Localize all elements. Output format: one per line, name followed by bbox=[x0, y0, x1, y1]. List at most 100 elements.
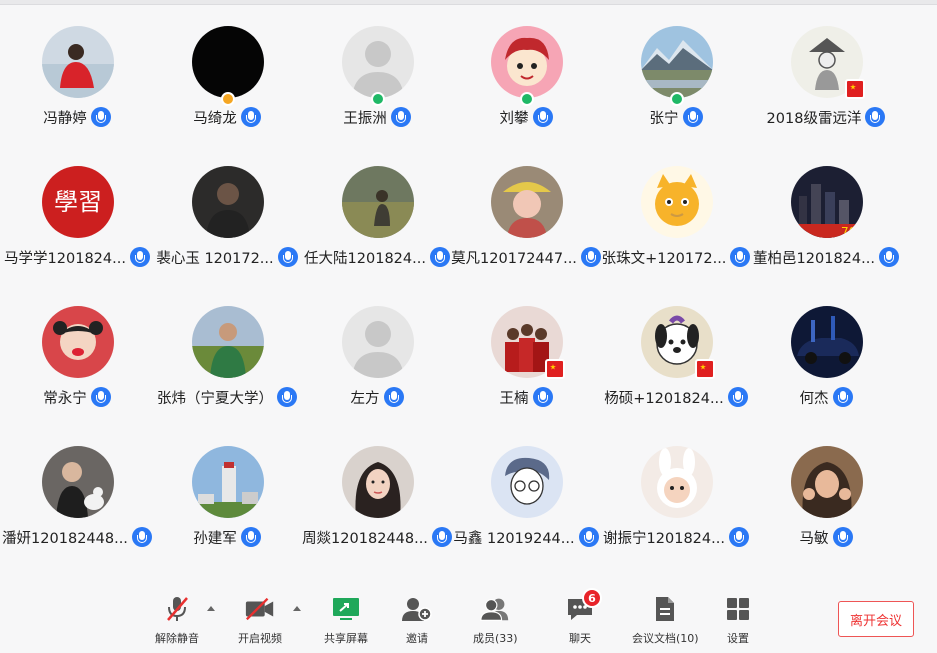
avatar bbox=[192, 306, 264, 378]
participant-tile[interactable]: 刘攀 bbox=[451, 5, 601, 145]
members-icon bbox=[479, 594, 511, 624]
avatar bbox=[342, 26, 414, 98]
meeting-toolbar: 解除静音 开启视频 共享屏幕 邀请 成员(33) 6 聊天 会议文档(10) 设… bbox=[0, 588, 937, 653]
flag-icon bbox=[695, 359, 715, 379]
participant-name-row: 谢振宁1201824... bbox=[601, 526, 751, 548]
participant-tile[interactable]: 马鑫 12019244... bbox=[451, 425, 601, 565]
avatar bbox=[791, 306, 863, 378]
microphone-icon bbox=[878, 247, 899, 267]
participant-name: 董柏邑1201824... bbox=[753, 250, 875, 267]
chat-label: 聊天 bbox=[569, 632, 591, 645]
participant-name-row: 马鑫 12019244... bbox=[451, 526, 601, 548]
participant-tile[interactable]: 王楠 bbox=[451, 285, 601, 425]
chat-button[interactable]: 6 聊天 bbox=[564, 588, 602, 646]
participant-tile[interactable]: 冯静婷 bbox=[2, 5, 152, 145]
participant-name-row: 王振洲 bbox=[302, 106, 452, 128]
participant-name: 莫凡120172447... bbox=[451, 250, 577, 267]
participant-name-row: 潘妍120182448... bbox=[2, 526, 152, 548]
participant-name-row: 马学学1201824... bbox=[2, 246, 152, 268]
avatar bbox=[791, 446, 863, 518]
avatar bbox=[491, 166, 563, 238]
participant-tile[interactable]: 常永宁 bbox=[2, 285, 152, 425]
microphone-icon bbox=[277, 387, 297, 407]
participant-name: 冯静婷 bbox=[43, 110, 87, 127]
participant-tile[interactable]: 张炜（宁夏大学） bbox=[152, 285, 302, 425]
avatar bbox=[42, 26, 114, 98]
flag-icon bbox=[545, 359, 565, 379]
participant-tile[interactable]: 张珠文+120172... bbox=[601, 145, 751, 285]
participant-tile[interactable]: 王振洲 bbox=[302, 5, 452, 145]
participant-name: 谢振宁1201824... bbox=[603, 530, 725, 547]
participant-tile[interactable]: 马敏 bbox=[751, 425, 901, 565]
participant-name: 马学学1201824... bbox=[4, 250, 126, 267]
participant-name: 潘妍120182448... bbox=[2, 530, 128, 547]
start-video-button[interactable]: 开启视频 bbox=[238, 594, 282, 646]
avatar bbox=[192, 26, 264, 98]
participant-tile[interactable]: 學習 马学学1201824... bbox=[2, 145, 152, 285]
participant-name: 王楠 bbox=[499, 390, 529, 407]
avatar bbox=[342, 166, 414, 238]
microphone-icon bbox=[832, 387, 853, 407]
participant-name: 何杰 bbox=[799, 390, 829, 407]
avatar bbox=[491, 26, 563, 98]
participant-name-row: 任大陆1201824... bbox=[302, 246, 452, 268]
microphone-icon bbox=[240, 527, 261, 547]
participant-name-row: 马敏 bbox=[751, 526, 901, 548]
participant-tile[interactable]: 莫凡120172447... bbox=[451, 145, 601, 285]
participant-name: 2018级雷远洋 bbox=[766, 110, 862, 127]
participant-name-row: 冯静婷 bbox=[2, 106, 152, 128]
microphone-icon bbox=[532, 107, 553, 127]
participant-name-row: 周燚120182448... bbox=[302, 526, 452, 548]
user-status-icon bbox=[221, 92, 235, 106]
avatar bbox=[491, 446, 563, 518]
audio-options-caret-icon[interactable] bbox=[207, 606, 215, 611]
share-screen-button[interactable]: 共享屏幕 bbox=[324, 594, 368, 646]
participant-name: 周燚120182448... bbox=[302, 530, 428, 547]
microphone-icon bbox=[865, 107, 886, 127]
members-label: 成员(33) bbox=[473, 632, 518, 645]
participant-name: 杨硕+1201824... bbox=[604, 390, 724, 407]
leave-meeting-button[interactable]: 离开会议 bbox=[838, 601, 914, 637]
microphone-icon bbox=[240, 107, 261, 127]
add-user-icon bbox=[401, 594, 433, 624]
participant-name: 王振洲 bbox=[343, 110, 387, 127]
participant-tile[interactable]: 孙建军 bbox=[152, 425, 302, 565]
microphone-icon bbox=[90, 387, 111, 407]
avatar bbox=[342, 446, 414, 518]
invite-button[interactable]: 邀请 bbox=[401, 594, 433, 646]
members-button[interactable]: 成员(33) bbox=[473, 594, 518, 646]
meeting-docs-button[interactable]: 会议文档(10) bbox=[632, 594, 699, 646]
avatar bbox=[641, 26, 713, 98]
microphone-icon bbox=[727, 387, 748, 407]
participant-tile[interactable]: 70 董柏邑1201824... bbox=[751, 145, 901, 285]
participant-tile[interactable]: 裴心玉 120172... bbox=[152, 145, 302, 285]
avatar bbox=[192, 166, 264, 238]
avatar bbox=[42, 446, 114, 518]
participant-tile[interactable]: 潘妍120182448... bbox=[2, 425, 152, 565]
participant-tile[interactable]: 马绮龙 bbox=[152, 5, 302, 145]
settings-button[interactable]: 设置 bbox=[722, 594, 754, 646]
meeting-docs-label: 会议文档(10) bbox=[632, 632, 699, 645]
participant-tile[interactable]: 2018级雷远洋 bbox=[751, 5, 901, 145]
avatar: 70 bbox=[791, 166, 863, 238]
user-status-icon bbox=[670, 92, 684, 106]
participant-tile[interactable]: 谢振宁1201824... bbox=[601, 425, 751, 565]
participant-tile[interactable]: 周燚120182448... bbox=[302, 425, 452, 565]
microphone-icon bbox=[578, 527, 599, 547]
participant-name-row: 孙建军 bbox=[152, 526, 302, 548]
participant-name: 左方 bbox=[350, 390, 380, 407]
participant-tile[interactable]: 杨硕+1201824... bbox=[601, 285, 751, 425]
participant-tile[interactable]: 左方 bbox=[302, 285, 452, 425]
participant-tile[interactable]: 任大陆1201824... bbox=[302, 145, 452, 285]
participant-name: 张炜（宁夏大学） bbox=[157, 390, 273, 407]
microphone-icon bbox=[431, 527, 452, 547]
participant-tile[interactable]: 何杰 bbox=[751, 285, 901, 425]
participant-tile[interactable]: 张宁 bbox=[601, 5, 751, 145]
participant-name: 常永宁 bbox=[43, 390, 87, 407]
video-options-caret-icon[interactable] bbox=[293, 606, 301, 611]
unmute-button[interactable]: 解除静音 bbox=[155, 594, 199, 646]
participant-name-row: 王楠 bbox=[451, 386, 601, 408]
user-status-icon bbox=[520, 92, 534, 106]
participant-name: 马绮龙 bbox=[193, 110, 237, 127]
participant-name: 张珠文+120172... bbox=[601, 250, 727, 267]
